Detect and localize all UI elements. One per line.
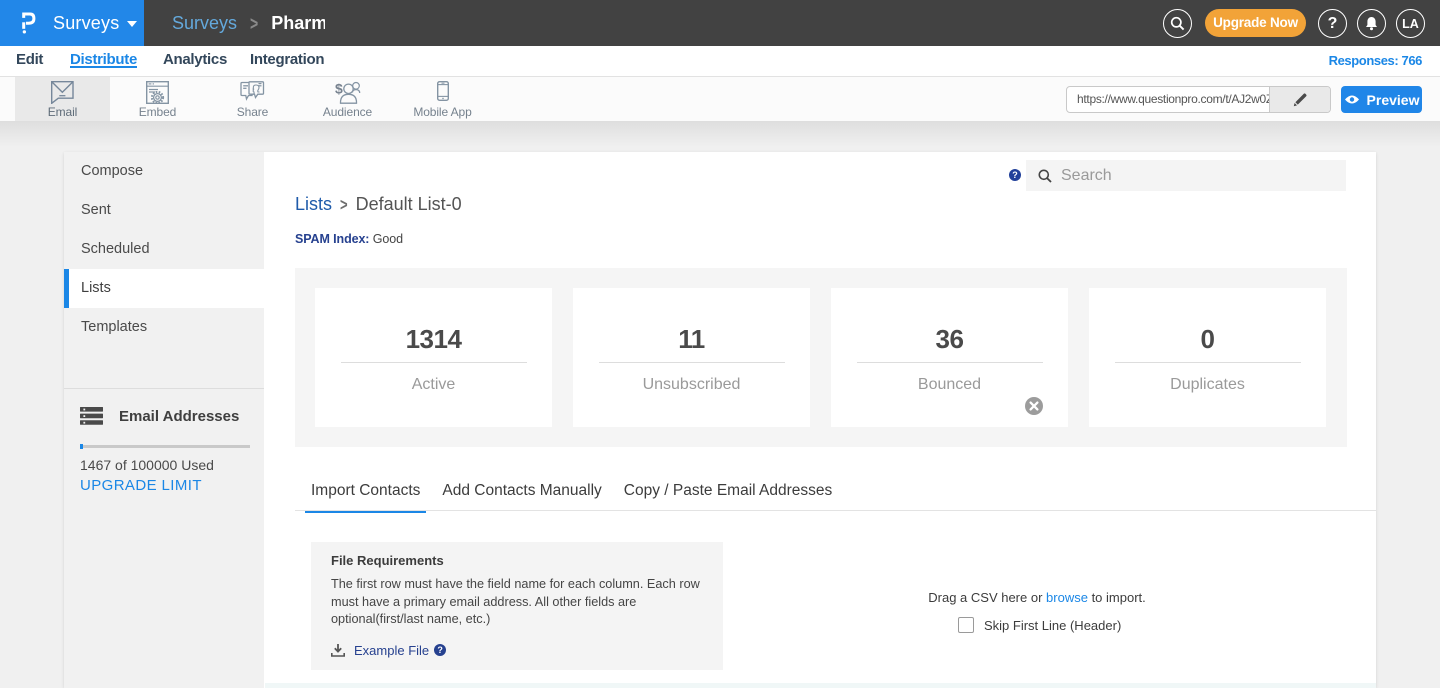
svg-text:$: $ — [335, 81, 343, 97]
